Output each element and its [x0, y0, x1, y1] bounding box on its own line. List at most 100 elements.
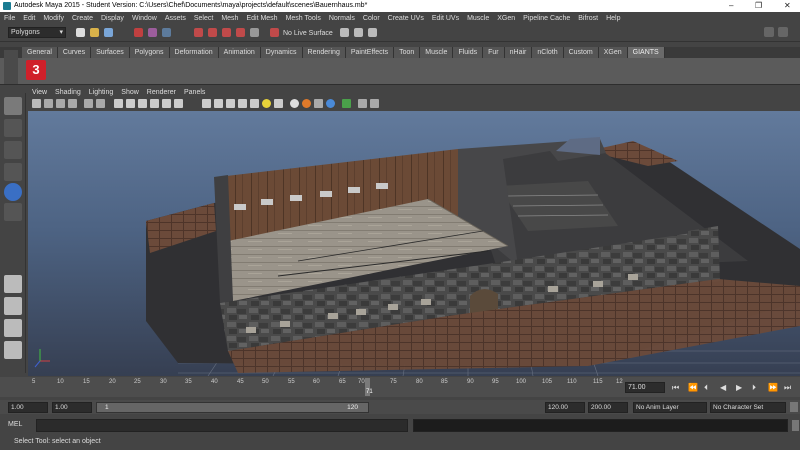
attribute-editor-icon[interactable] — [764, 27, 774, 37]
snap-view-icon[interactable] — [250, 28, 259, 37]
select-component-icon[interactable] — [162, 28, 171, 37]
close-icon[interactable]: ✕ — [784, 0, 791, 12]
shelf-tab-dynamics[interactable]: Dynamics — [260, 47, 303, 58]
select-hierarchy-icon[interactable] — [134, 28, 143, 37]
shelf-tab-animation[interactable]: Animation — [218, 47, 261, 58]
panel-menu-show[interactable]: Show — [117, 88, 143, 98]
minimize-icon[interactable]: – — [729, 0, 733, 12]
rotate-tool-icon[interactable] — [4, 183, 22, 201]
snap-point-icon[interactable] — [222, 28, 231, 37]
panel-menu-renderer[interactable]: Renderer — [143, 88, 180, 98]
grid-toggle-icon[interactable] — [84, 99, 93, 108]
select-object-icon[interactable] — [148, 28, 157, 37]
panel-menu-lighting[interactable]: Lighting — [85, 88, 118, 98]
mel-toggle[interactable]: MEL — [8, 421, 22, 428]
go-to-start-icon[interactable]: ⏮ — [672, 383, 679, 393]
wireframe-on-shaded-icon[interactable] — [138, 99, 147, 108]
shelf-tab-xgen[interactable]: XGen — [598, 47, 628, 58]
menu-edit[interactable]: Edit — [19, 12, 39, 25]
shelf-tab-surfaces[interactable]: Surfaces — [91, 47, 130, 58]
shelf-tab-giants[interactable]: GIANTS — [627, 47, 665, 58]
menu-select[interactable]: Select — [190, 12, 217, 25]
step-forward-icon[interactable]: ⏩ — [768, 383, 778, 392]
menu-create[interactable]: Create — [68, 12, 97, 25]
scale-tool-icon[interactable] — [4, 203, 22, 221]
screen-space-ao-icon[interactable] — [314, 99, 323, 108]
time-slider[interactable] — [0, 377, 800, 397]
render-settings-icon[interactable] — [368, 28, 377, 37]
menu-help[interactable]: Help — [602, 12, 624, 25]
camera-attributes-icon[interactable] — [44, 99, 53, 108]
hdr-icon[interactable] — [326, 99, 335, 108]
shelf-tab-deformation[interactable]: Deformation — [169, 47, 219, 58]
image-plane-icon[interactable] — [68, 99, 77, 108]
shelf-tab-curves[interactable]: Curves — [57, 47, 92, 58]
snap-curve-icon[interactable] — [208, 28, 217, 37]
menu-normals[interactable]: Normals — [325, 12, 359, 25]
shelf-tab-ncloth[interactable]: nCloth — [532, 47, 564, 58]
shelf-tab-polygons[interactable]: Polygons — [129, 47, 170, 58]
shadows-icon[interactable] — [174, 99, 183, 108]
anim-layer-dropdown[interactable]: No Anim Layer — [633, 402, 707, 413]
bookmarks-icon[interactable] — [56, 99, 65, 108]
maximize-icon[interactable]: ❐ — [755, 0, 762, 12]
snap-plane-icon[interactable] — [236, 28, 245, 37]
textured-icon[interactable] — [150, 99, 159, 108]
menu-bifrost[interactable]: Bifrost — [574, 12, 602, 25]
menu-window[interactable]: Window — [128, 12, 161, 25]
play-forward-icon[interactable]: ▶ — [736, 383, 742, 392]
shelf-tab-nhair[interactable]: nHair — [504, 47, 533, 58]
persp-outliner-layout-icon[interactable] — [4, 319, 22, 337]
shelf-tab-fur[interactable]: Fur — [483, 47, 505, 58]
xray-icon[interactable] — [214, 99, 223, 108]
depth-of-field-icon[interactable] — [302, 99, 311, 108]
playback-start-field[interactable]: 1.00 — [52, 402, 92, 413]
playback-end-field[interactable]: 120.00 — [545, 402, 585, 413]
ipr-render-icon[interactable] — [354, 28, 363, 37]
panel-menu-shading[interactable]: Shading — [51, 88, 85, 98]
xray-joints-icon[interactable] — [226, 99, 235, 108]
save-scene-icon[interactable] — [104, 28, 113, 37]
smooth-shade-icon[interactable] — [126, 99, 135, 108]
hud-icon[interactable] — [370, 99, 379, 108]
step-back-key-icon[interactable]: ⏴ — [704, 383, 708, 393]
menu-edit-uvs[interactable]: Edit UVs — [428, 12, 463, 25]
command-input[interactable] — [36, 419, 408, 432]
shelf-tab-general[interactable]: General — [22, 47, 58, 58]
move-tool-icon[interactable] — [4, 163, 22, 181]
camera-select-icon[interactable] — [32, 99, 41, 108]
script-editor-icon[interactable] — [792, 420, 799, 431]
ambient-occlusion-icon[interactable] — [250, 99, 259, 108]
menu-muscle[interactable]: Muscle — [463, 12, 493, 25]
film-gate-icon[interactable] — [96, 99, 105, 108]
menu-xgen[interactable]: XGen — [493, 12, 519, 25]
render-icon[interactable] — [340, 28, 349, 37]
menu-mesh-tools[interactable]: Mesh Tools — [282, 12, 325, 25]
make-live-icon[interactable] — [270, 28, 279, 37]
shelf-tab-painteffects[interactable]: PaintEffects — [345, 47, 395, 58]
backface-culling-icon[interactable] — [238, 99, 247, 108]
current-frame-field[interactable]: 71.00 — [625, 382, 665, 393]
play-backward-icon[interactable]: ◀ — [720, 383, 726, 392]
animation-start-field[interactable]: 1.00 — [8, 402, 48, 413]
shelf-tab-rendering[interactable]: Rendering — [302, 47, 346, 58]
range-slider[interactable]: 1 120 — [96, 402, 369, 413]
shelf-tab-toon[interactable]: Toon — [394, 47, 421, 58]
isolate-select-icon[interactable] — [202, 99, 211, 108]
shelf-tab-muscle[interactable]: Muscle — [420, 47, 454, 58]
single-view-layout-icon[interactable] — [4, 275, 22, 293]
panel-menu-view[interactable]: View — [28, 88, 51, 98]
shelf-tab-fluids[interactable]: Fluids — [453, 47, 484, 58]
menu-assets[interactable]: Assets — [161, 12, 190, 25]
menu-mesh[interactable]: Mesh — [217, 12, 242, 25]
step-back-icon[interactable]: ⏪ — [688, 383, 698, 392]
paint-select-tool-icon[interactable] — [4, 141, 22, 159]
motion-blur-icon[interactable] — [274, 99, 283, 108]
select-tool-icon[interactable] — [4, 97, 22, 115]
new-scene-icon[interactable] — [76, 28, 85, 37]
menu-file[interactable]: File — [0, 12, 19, 25]
giants-export-icon[interactable]: 3 — [26, 60, 46, 80]
snap-grid-icon[interactable] — [194, 28, 203, 37]
go-to-end-icon[interactable]: ⏭ — [784, 383, 791, 393]
lasso-tool-icon[interactable] — [4, 119, 22, 137]
